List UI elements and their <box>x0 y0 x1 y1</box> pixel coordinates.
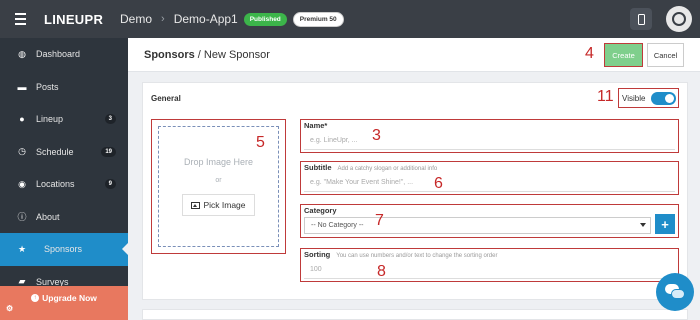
annotation-number: 3 <box>372 127 381 144</box>
sidebar-item-about[interactable]: ⓘ About <box>0 201 128 234</box>
chat-button[interactable] <box>656 273 694 311</box>
upgrade-button[interactable]: ↑ Upgrade Now ⚙ <box>0 286 128 320</box>
breadcrumb-app-group[interactable]: Demo <box>120 12 152 26</box>
sidebar-item-label: Posts <box>36 81 59 92</box>
info-icon: ⓘ <box>17 212 27 223</box>
dashboard-icon: ◍ <box>18 48 26 59</box>
visible-label: Visible <box>622 93 646 103</box>
pick-image-button[interactable]: Pick Image <box>182 194 255 216</box>
annotation-number: 11 <box>597 88 614 105</box>
create-button[interactable]: Create <box>604 43 643 67</box>
annotation-number: 7 <box>375 212 384 229</box>
sidebar-item-dashboard[interactable]: ◍ Dashboard <box>0 38 128 71</box>
caret-down-icon <box>640 223 646 227</box>
plan-badge: Premium 50 <box>292 11 344 27</box>
cancel-button[interactable]: Cancel <box>647 43 684 67</box>
next-card <box>142 309 688 320</box>
sorting-label: Sorting You can use numbers and/or text t… <box>304 250 498 259</box>
person-icon: ● <box>19 114 25 125</box>
sorting-field: Sorting You can use numbers and/or text t… <box>300 248 679 282</box>
phone-preview-button[interactable] <box>630 8 652 30</box>
gear-icon[interactable]: ⚙ <box>6 304 13 313</box>
sidebar-item-posts[interactable]: ▬ Posts <box>0 71 128 104</box>
user-avatar[interactable] <box>666 6 692 32</box>
count-badge: 9 <box>104 179 116 190</box>
arrow-up-icon: ↑ <box>31 294 40 302</box>
comment-icon: ▬ <box>17 81 27 92</box>
sorting-input[interactable]: 100 <box>304 262 675 279</box>
phone-icon <box>637 13 645 25</box>
category-label: Category <box>304 206 337 215</box>
subtitle-field: Subtitle Add a catchy slogan or additiona… <box>300 161 679 195</box>
visible-toggle-group: Visible <box>618 88 679 108</box>
sidebar-item-label: Schedule <box>36 146 74 157</box>
visible-toggle[interactable] <box>651 91 677 105</box>
image-icon <box>191 201 201 209</box>
name-input[interactable]: e.g. LineUpr, ... <box>304 133 675 150</box>
map-pin-icon: ◉ <box>18 178 26 189</box>
sidebar-item-label: Sponsors <box>44 244 83 255</box>
sidebar-item-label: Dashboard <box>36 49 81 60</box>
name-field: Name* e.g. LineUpr, ... <box>300 119 679 153</box>
sidebar-item-sponsors[interactable]: ★ Sponsors <box>0 233 128 266</box>
page-title: Sponsors / New Sponsor <box>144 48 270 61</box>
clock-icon: ◷ <box>18 146 26 157</box>
category-field: Category -- No Category -- + <box>300 204 679 238</box>
star-icon: ★ <box>17 243 27 254</box>
sidebar-item-lineup[interactable]: ● Lineup 3 <box>0 103 128 136</box>
upgrade-label: Upgrade Now <box>42 293 97 303</box>
menu-icon[interactable] <box>0 0 40 38</box>
drop-image-text: Drop Image Here <box>183 157 254 167</box>
sidebar: ◍ Dashboard ▬ Posts ● Lineup 3 ◷ Schedul… <box>0 38 128 320</box>
section-title: General <box>151 94 181 103</box>
status-badge: Published <box>243 12 287 26</box>
name-label: Name* <box>304 121 328 130</box>
sidebar-item-schedule[interactable]: ◷ Schedule 19 <box>0 136 128 169</box>
subtitle-input[interactable]: e.g. "Make Your Event Shine!", ... <box>304 175 675 192</box>
annotation-number: 5 <box>256 134 265 151</box>
add-category-button[interactable]: + <box>655 214 675 234</box>
image-upload-box: Drop Image Here or Pick Image <box>151 119 286 254</box>
count-badge: 19 <box>101 146 116 157</box>
page-header: Sponsors / New Sponsor Create Cancel <box>128 38 700 72</box>
category-select[interactable]: -- No Category -- <box>304 217 651 234</box>
annotation-number: 4 <box>585 45 594 62</box>
top-bar: LINEUPR Demo › Demo-App1 Published Premi… <box>0 0 700 38</box>
sidebar-item-label: About <box>36 211 60 222</box>
breadcrumb-app[interactable]: Demo-App1 <box>174 12 238 26</box>
or-text: or <box>215 177 222 184</box>
sidebar-item-locations[interactable]: ◉ Locations 9 <box>0 168 128 201</box>
brand-logo[interactable]: LINEUPR <box>44 12 120 27</box>
sidebar-item-label: Locations <box>36 179 75 190</box>
annotation-number: 6 <box>434 175 443 192</box>
annotation-number: 8 <box>377 263 386 280</box>
count-badge: 3 <box>104 114 116 125</box>
sidebar-item-label: Lineup <box>36 114 64 125</box>
subtitle-label: Subtitle Add a catchy slogan or additiona… <box>304 163 438 172</box>
chevron-right-icon: › <box>161 13 165 25</box>
pick-image-label: Pick Image <box>203 200 246 210</box>
